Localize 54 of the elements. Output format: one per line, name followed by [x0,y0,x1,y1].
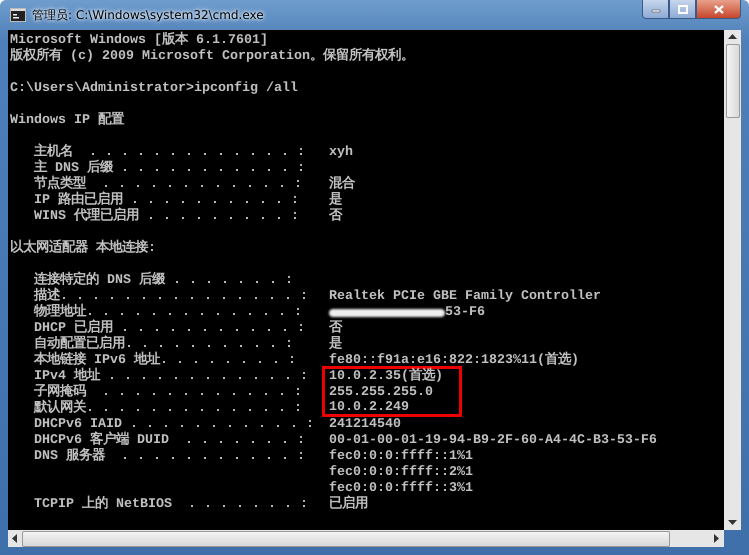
scroll-down-icon [728,520,737,526]
property-label: IPv4 地址 . . . . . . . . . . . . : [34,369,308,384]
property-label: 连接特定的 DNS 后缀 . . . . . . . : [34,273,293,288]
property-label: 描述. . . . . . . . . . . . . . . : [34,289,308,304]
property-label: DNS 服务器 . . . . . . . . . . . : [34,449,305,464]
close-button[interactable] [696,0,741,19]
property-label: 默认网关. . . . . . . . . . . . . : [34,401,302,416]
property-value: 10.0.2.35(首选) [329,369,443,385]
property-value: 已启用 [329,497,368,513]
scrollbar-thumb[interactable] [726,44,740,118]
console-icon [10,8,26,22]
property-value: 53-F6 [445,305,485,321]
property-label: 主机名 . . . . . . . . . . . . . : [34,145,305,160]
property-label: WINS 代理已启用 . . . . . . . . . : [34,209,299,224]
property-value: 10.0.2.249 [329,400,409,416]
property-value: 00-01-00-01-19-94-B9-2F-60-A4-4C-B3-53-F6 [329,433,657,449]
minimize-button[interactable] [642,0,669,19]
console-line: Windows IP 配置 [10,113,124,129]
property-value: fec0:0:0:ffff::2%1 [329,465,473,481]
property-value: 是 [329,193,342,208]
property-value: fe80::f91a:e16:822:1823%11(首选) [329,353,579,368]
maximize-icon [678,4,688,14]
scroll-right-icon [714,534,720,543]
console-line: Microsoft Windows [版本 6.1.7601] [10,33,268,48]
property-value: fec0:0:0:ffff::3%1 [329,481,473,496]
property-value: 否 [329,209,342,225]
property-label: 主 DNS 后缀 . . . . . . . . . . . : [34,161,305,176]
property-value: 是 [329,337,342,353]
section-heading: 以太网适配器 本地连接: [10,241,156,257]
property-label: 本地链接 IPv6 地址. . . . . . . . : [34,353,296,368]
property-value: Realtek PCIe GBE Family Controller [329,289,601,305]
property-label: DHCP 已启用 . . . . . . . . . . . : [34,321,305,336]
maximize-button[interactable] [669,0,696,19]
property-label: DHCPv6 IAID . . . . . . . . . . . : [34,417,314,432]
close-icon [714,4,724,14]
property-label: 子网掩码 . . . . . . . . . . . . : [34,385,302,400]
property-label: 自动配置已启用. . . . . . . . . . : [34,337,293,352]
property-value: 否 [329,321,342,336]
property-label: DHCPv6 客户端 DUID . . . . . . . : [34,433,305,448]
window-title: 管理员: C:\Windows\system32\cmd.exe [32,6,264,24]
property-value: xyh [329,145,353,161]
scroll-left-icon [12,534,18,543]
property-label: TCPIP 上的 NetBIOS . . . . . . . : [34,497,308,512]
property-value: fec0:0:0:ffff::1%1 [329,449,473,465]
vertical-scrollbar[interactable] [724,30,741,530]
property-value: 241214540 [329,417,401,433]
console-line: C:\Users\Administrator>ipconfig /all [10,81,298,97]
property-label: 节点类型 . . . . . . . . . . . . : [34,177,302,192]
property-value: 255.255.255.0 [329,385,433,401]
scroll-up-icon [728,34,737,40]
property-label: IP 路由已启用 . . . . . . . . . . : [34,193,299,208]
console-line: 版权所有 (c) 2009 Microsoft Corporation。保留所有权利。 [10,49,414,65]
property-label: 物理地址. . . . . . . . . . . . . : [34,305,302,320]
property-value: 混合 [329,177,355,192]
